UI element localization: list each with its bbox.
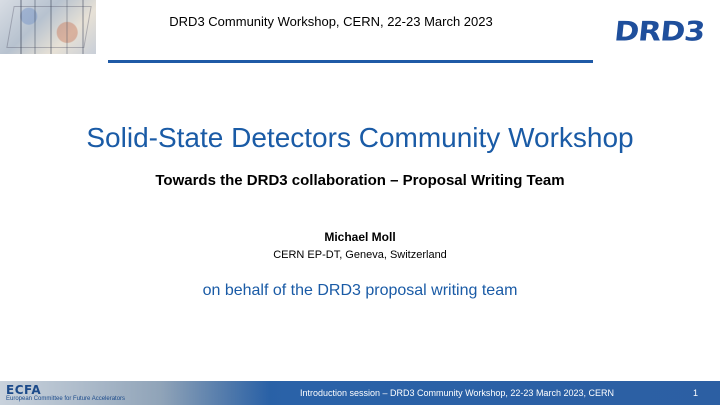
- footer-text: Introduction session – DRD3 Community Wo…: [300, 388, 614, 398]
- page-number: 1: [692, 388, 698, 398]
- detector-collage-image: [0, 0, 96, 54]
- slide-title: Solid-State Detectors Community Workshop: [86, 122, 634, 153]
- header-divider: [108, 60, 593, 63]
- ecfa-logo: ECFA: [6, 383, 42, 397]
- header-title: DRD3 Community Workshop, CERN, 22-23 Mar…: [169, 14, 493, 29]
- on-behalf-text: on behalf of the DRD3 proposal writing t…: [202, 282, 518, 299]
- author-name: Michael Moll: [324, 230, 396, 244]
- drd3-logo: DRD3: [612, 16, 706, 48]
- slide: DRD3 Community Workshop, CERN, 22-23 Mar…: [0, 0, 720, 405]
- ecfa-logo-subtitle: European Committee for Future Accelerato…: [6, 396, 126, 402]
- slide-subtitle: Towards the DRD3 collaboration – Proposa…: [155, 172, 565, 189]
- author-affiliation: CERN EP-DT, Geneva, Switzerland: [273, 249, 447, 261]
